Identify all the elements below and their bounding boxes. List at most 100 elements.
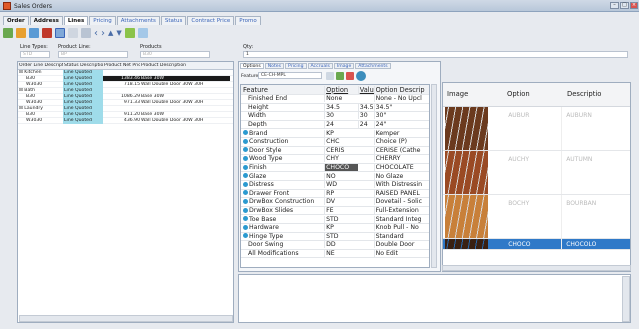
- col-header-line[interactable]: Order Line Description: [18, 63, 63, 68]
- tab-pricing[interactable]: Pricing: [89, 16, 116, 25]
- feature-row[interactable]: Glaze NO No Glaze: [241, 172, 429, 181]
- refresh-icon[interactable]: [356, 71, 366, 81]
- image-row[interactable]: AUCHY AUTUMN: [443, 151, 630, 195]
- feature-row[interactable]: DrwBox Construction DV Dovetail - Solic: [241, 198, 429, 207]
- table-row[interactable]: W3030 Line Quoted 436.90 Wall Double Door 3…: [18, 117, 233, 124]
- next-icon[interactable]: ›: [101, 28, 105, 39]
- feature-o[interactable]: CHY: [324, 155, 358, 163]
- feature-o[interactable]: 24: [324, 121, 358, 129]
- image-row[interactable]: CHOCO CHOCOLO: [443, 239, 630, 250]
- feature-o[interactable]: CERIS: [324, 146, 358, 154]
- image-row[interactable]: AUBUR AUBURN: [443, 107, 630, 151]
- col-header-descriptio[interactable]: Descriptio: [563, 90, 629, 98]
- previous-icon[interactable]: ‹: [94, 28, 98, 39]
- close-button[interactable]: ×: [630, 2, 638, 9]
- col-header-option[interactable]: Option: [324, 85, 358, 94]
- feature-o[interactable]: None: [324, 95, 358, 103]
- feature-row[interactable]: Height 34.5 34.5 34.5": [241, 103, 429, 113]
- feature-o[interactable]: CHOCO: [324, 164, 358, 172]
- feature-o[interactable]: KP: [324, 224, 358, 232]
- col-header-feature[interactable]: Feature: [241, 86, 324, 94]
- horizontal-scrollbar[interactable]: [19, 315, 233, 322]
- option-tab-options[interactable]: Options: [240, 63, 264, 69]
- feature-o[interactable]: NO: [324, 172, 358, 180]
- feature-row[interactable]: Hardware KP Knob Pull - No: [241, 224, 429, 233]
- col-header-status[interactable]: Status Description: [63, 63, 103, 68]
- document-icon[interactable]: [326, 72, 334, 80]
- export-icon[interactable]: [137, 28, 148, 38]
- up-icon[interactable]: ▲: [108, 29, 113, 37]
- tab-status[interactable]: Status: [160, 16, 187, 25]
- feature-o[interactable]: CHC: [324, 138, 358, 146]
- tab-lines[interactable]: Lines: [63, 16, 89, 25]
- feature-row[interactable]: Width 30 30 30": [241, 112, 429, 121]
- feature-o[interactable]: RP: [324, 189, 358, 197]
- product-line-field[interactable]: BP: [58, 51, 128, 58]
- accept-icon[interactable]: [336, 72, 344, 80]
- edit-icon[interactable]: [55, 28, 65, 38]
- tab-attachments[interactable]: Attachments: [116, 16, 160, 25]
- minimize-button[interactable]: –: [610, 2, 619, 9]
- feature-o[interactable]: WD: [324, 181, 358, 189]
- image-row[interactable]: BOCHY BOURBAN: [443, 195, 630, 239]
- configure-icon[interactable]: [124, 28, 135, 38]
- image-horizontal-scrollbar[interactable]: [442, 265, 631, 271]
- products-field[interactable]: B30: [140, 51, 210, 58]
- tab-promo[interactable]: Promo: [235, 16, 261, 25]
- tab-contract-price[interactable]: Contract Price: [187, 16, 235, 25]
- option-tab-attachments[interactable]: Attachments: [355, 63, 391, 69]
- line-types-field[interactable]: STD: [20, 51, 50, 58]
- col-header-option[interactable]: Option Descrip: [373, 85, 429, 94]
- qty-field[interactable]: 1: [243, 51, 628, 58]
- feature-o[interactable]: STD: [324, 232, 358, 240]
- reject-icon[interactable]: [346, 72, 354, 80]
- feature-row[interactable]: Finish CHOCO CHOCOLATE: [241, 164, 429, 173]
- feature-o[interactable]: 30: [324, 112, 358, 120]
- maximize-button[interactable]: □: [620, 2, 629, 9]
- feature-o[interactable]: STD: [324, 215, 358, 223]
- feature-row[interactable]: Door Swing DD Double Door: [241, 241, 429, 250]
- col-header-value[interactable]: Value: [357, 85, 374, 94]
- option-tab-notes[interactable]: Notes: [264, 63, 285, 69]
- col-header-image[interactable]: Image: [443, 90, 503, 98]
- feature-o[interactable]: DD: [324, 241, 358, 249]
- feature-o[interactable]: 34.5: [324, 103, 358, 111]
- feature-row[interactable]: Wood Type CHY CHERRY: [241, 155, 429, 164]
- delete-icon[interactable]: [42, 28, 52, 38]
- feature-row[interactable]: Construction CHC Choice (P): [241, 138, 429, 147]
- col-header-price[interactable]: Product Net Price: [103, 63, 140, 68]
- feature-label: DrwBox Slides: [249, 207, 294, 215]
- details-scrollbar[interactable]: [622, 276, 630, 322]
- feature-set-select[interactable]: CE-CH-MPL: [258, 72, 322, 79]
- feature-o[interactable]: KP: [324, 129, 358, 137]
- view-icon[interactable]: [68, 28, 78, 38]
- feature-row[interactable]: All Modifications NE No Edit: [241, 249, 429, 259]
- feature-vertical-scrollbar[interactable]: [431, 84, 437, 268]
- feature-row[interactable]: DrwBox Slides FE Full-Extension: [241, 207, 429, 216]
- col-header-desc[interactable]: Product Description: [140, 63, 230, 68]
- feature-row[interactable]: Hinge Type STD Standard: [241, 232, 429, 242]
- feature-row[interactable]: Toe Base STD Standard Integ: [241, 215, 429, 224]
- cell-c1: ⊟ Bath: [19, 88, 35, 93]
- wood-swatch-image: [445, 151, 489, 194]
- option-tab-image[interactable]: Image: [333, 63, 355, 69]
- feature-row[interactable]: Depth 24 24 24": [241, 121, 429, 130]
- feature-row[interactable]: Door Style CERIS CERISE (Cathe: [241, 146, 429, 156]
- feature-row[interactable]: Drawer Front RP RAISED PANEL: [241, 189, 429, 199]
- col-header-option[interactable]: Option: [503, 90, 563, 98]
- print-icon[interactable]: [81, 28, 91, 38]
- insert-icon[interactable]: [16, 28, 26, 38]
- feature-row[interactable]: Distress WD With Distressin: [241, 181, 429, 190]
- option-tab-pricing[interactable]: Pricing: [285, 63, 307, 69]
- feature-row[interactable]: Brand KP Kemper: [241, 129, 429, 138]
- feature-row[interactable]: Finished End None None - No Upcl: [241, 95, 429, 104]
- option-tab-accruals[interactable]: Accruals: [307, 63, 333, 69]
- tab-order[interactable]: Order: [3, 16, 29, 25]
- feature-o[interactable]: DV: [324, 198, 358, 206]
- down-icon[interactable]: ▼: [116, 29, 121, 37]
- feature-o[interactable]: NE: [324, 249, 358, 257]
- copy-icon[interactable]: [29, 28, 39, 38]
- feature-o[interactable]: FE: [324, 207, 358, 215]
- add-icon[interactable]: [3, 28, 13, 38]
- tab-address[interactable]: Address: [29, 16, 63, 25]
